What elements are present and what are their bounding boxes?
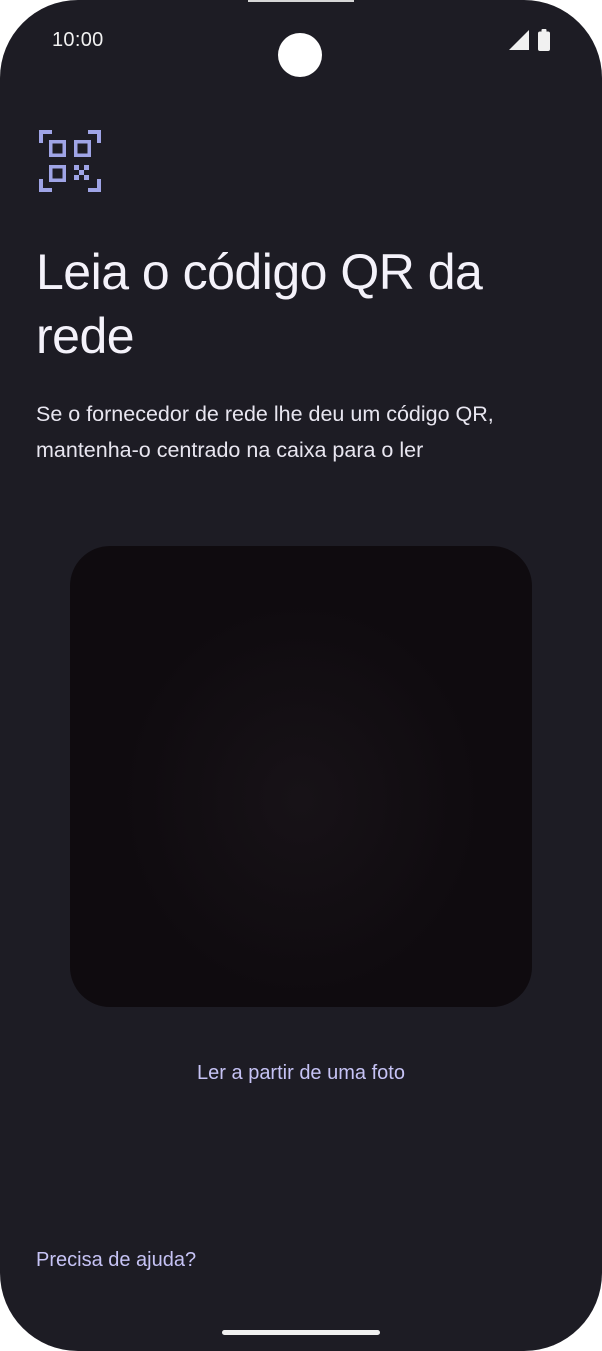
cellular-signal-icon: [509, 30, 529, 50]
camera-cutout: [278, 33, 322, 77]
status-time: 10:00: [52, 29, 104, 51]
phone-screen: 10:00 Leia o código QR da rede Se o forn…: [0, 0, 602, 1351]
read-from-photo-button[interactable]: Ler a partir de uma foto: [0, 1062, 602, 1085]
camera-preview: [70, 546, 532, 1007]
qr-scanner-viewfinder: [70, 546, 532, 1007]
qr-code-scan-icon: [39, 130, 101, 192]
page-description: Se o fornecedor de rede lhe deu um códig…: [36, 402, 494, 462]
status-bar: 10:00: [0, 0, 602, 80]
battery-icon: [538, 29, 550, 51]
need-help-link[interactable]: Precisa de ajuda?: [36, 1249, 196, 1272]
home-indicator[interactable]: [222, 1330, 380, 1335]
page-title: Leia o código QR da rede: [36, 244, 483, 364]
